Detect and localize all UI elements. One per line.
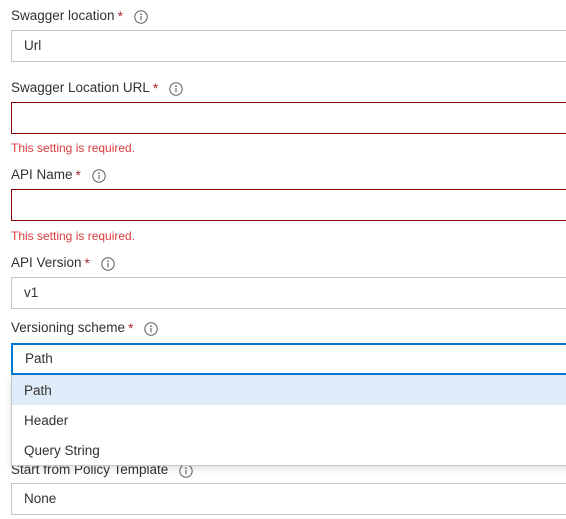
label-swagger-location: Swagger location * xyxy=(11,8,148,24)
api-version-input[interactable]: v1 xyxy=(11,277,566,309)
info-icon[interactable] xyxy=(92,169,106,183)
api-settings-form: Swagger location * Url Swagger Location … xyxy=(0,0,566,519)
info-icon[interactable] xyxy=(144,322,159,336)
label-text-swagger-location: Swagger location xyxy=(11,8,115,23)
required-marker-api-name: * xyxy=(75,168,81,183)
required-marker-versioning-scheme: * xyxy=(128,321,134,336)
versioning-scheme-combobox[interactable]: Path xyxy=(11,343,566,375)
info-icon[interactable] xyxy=(134,10,148,24)
dropdown-option-label: Query String xyxy=(24,442,100,458)
dropdown-option-label: Path xyxy=(24,382,52,398)
dropdown-option-header[interactable]: Header xyxy=(12,405,566,435)
required-marker-swagger-location: * xyxy=(117,9,123,24)
label-swagger-location-url: Swagger Location URL * xyxy=(11,80,183,96)
error-message-api-name: This setting is required. xyxy=(11,229,136,243)
label-versioning-scheme: Versioning scheme * xyxy=(11,320,159,336)
required-marker-swagger-location-url: * xyxy=(152,81,159,96)
api-name-input[interactable] xyxy=(11,189,566,221)
info-icon[interactable] xyxy=(101,257,115,271)
info-icon[interactable] xyxy=(179,464,194,478)
api-version-value: v1 xyxy=(24,285,39,300)
dropdown-option-query-string[interactable]: Query String xyxy=(12,435,566,465)
label-text-versioning-scheme: Versioning scheme xyxy=(11,320,126,335)
versioning-scheme-value: Path xyxy=(25,351,53,366)
error-message-swagger-location-url: This setting is required. xyxy=(11,141,136,155)
info-icon[interactable] xyxy=(169,82,183,96)
swagger-location-url-input[interactable] xyxy=(11,102,566,134)
label-api-version: API Version * xyxy=(11,255,115,271)
required-marker-api-version: * xyxy=(84,256,90,271)
start-from-policy-template-combobox[interactable]: None xyxy=(11,483,566,515)
label-api-name: API Name * xyxy=(11,167,106,183)
label-text-api-name: API Name xyxy=(11,167,73,182)
versioning-scheme-dropdown-list[interactable]: Path Header Query String xyxy=(11,375,566,466)
label-text-api-version: API Version xyxy=(11,255,82,270)
dropdown-option-label: Header xyxy=(24,412,69,428)
swagger-location-combobox[interactable]: Url xyxy=(11,30,566,62)
start-from-policy-template-value: None xyxy=(24,491,57,506)
dropdown-option-path[interactable]: Path xyxy=(12,375,566,405)
swagger-location-value: Url xyxy=(24,38,42,53)
label-text-swagger-location-url: Swagger Location URL xyxy=(11,80,150,95)
